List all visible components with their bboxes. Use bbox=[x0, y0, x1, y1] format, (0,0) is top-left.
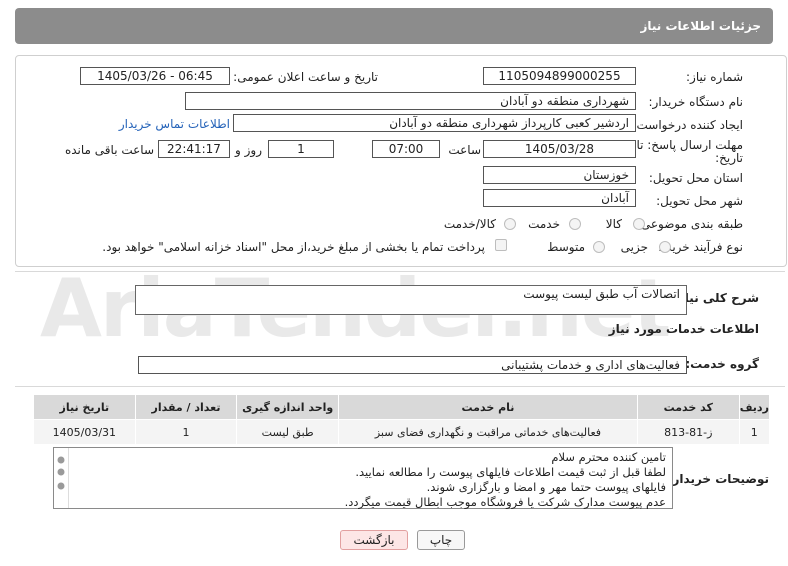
city-field[interactable]: آبادان bbox=[483, 189, 636, 207]
divider bbox=[15, 271, 785, 272]
notes-label: توضیحات خریدار: bbox=[667, 472, 769, 486]
deadline-date-field[interactable]: 1405/03/28 bbox=[483, 140, 636, 158]
category-service-label: خدمت bbox=[528, 217, 560, 231]
buyer-notes-field[interactable]: تامین کننده محترم سلام لطفا قبل از ثبت ق… bbox=[53, 447, 673, 509]
province-field[interactable]: خوزستان bbox=[483, 166, 636, 184]
treasury-payment-note: پرداخت تمام یا بخشی از مبلغ خرید،از محل … bbox=[102, 240, 485, 254]
service-group-label: گروه خدمت: bbox=[685, 357, 759, 371]
purchase-medium-label: متوسط bbox=[547, 240, 585, 254]
cell-row-number: 1 bbox=[738, 419, 771, 445]
deadline-time-field[interactable]: 07:00 bbox=[372, 140, 440, 158]
city-label: شهر محل تحویل: bbox=[656, 194, 743, 208]
summary-field[interactable]: اتصالات آب طبق لیست پیوست bbox=[135, 285, 687, 315]
services-title: اطلاعات خدمات مورد نیاز bbox=[608, 322, 759, 336]
col-service-name: نام خدمت bbox=[338, 394, 638, 420]
need-details-panel bbox=[15, 55, 787, 267]
notes-text: تامین کننده محترم سلام لطفا قبل از ثبت ق… bbox=[345, 450, 666, 510]
category-service-radio[interactable] bbox=[569, 218, 581, 230]
col-row-number: ردیف bbox=[738, 394, 771, 420]
hour-label: ساعت bbox=[448, 143, 481, 157]
table-header-row: ردیف کد خدمت نام خدمت واحد اندازه گیری ت… bbox=[33, 394, 771, 420]
remaining-time-field[interactable]: 22:41:17 bbox=[158, 140, 230, 158]
treasury-payment-checkbox[interactable] bbox=[495, 239, 507, 251]
services-table: ردیف کد خدمت نام خدمت واحد اندازه گیری ت… bbox=[33, 394, 771, 445]
cell-quantity: 1 bbox=[134, 419, 238, 445]
service-group-field[interactable]: فعالیت‌های اداری و خدمات پشتیبانی bbox=[138, 356, 687, 374]
divider bbox=[15, 386, 785, 387]
notes-line: عدم پیوست مدارک شرکت یا فروشگاه موجب ابط… bbox=[344, 495, 666, 509]
category-both-label: کالا/خدمت bbox=[443, 217, 496, 231]
table-row: 1 ز-81-813 فعالیت‌های خدماتی مراقبت و نگ… bbox=[33, 419, 771, 445]
page-title: جزئیات اطلاعات نیاز bbox=[640, 19, 761, 33]
purchase-medium-radio[interactable] bbox=[593, 241, 605, 253]
category-label: طبقه بندی موضوعی: bbox=[636, 217, 743, 231]
col-quantity: تعداد / مقدار bbox=[134, 394, 238, 420]
announce-label: تاریخ و ساعت اعلان عمومی: bbox=[233, 70, 378, 84]
back-button[interactable]: بازگشت bbox=[340, 530, 408, 550]
col-need-date: تاریخ نیاز bbox=[33, 394, 136, 420]
remaining-label: ساعت باقی مانده bbox=[64, 143, 154, 157]
need-number-field[interactable]: 1105094899000255 bbox=[483, 67, 636, 85]
notes-line: لطفا قبل از ثبت قیمت اطلاعات فایلهای پیو… bbox=[355, 465, 666, 479]
buyer-org-label: نام دستگاه خریدار: bbox=[648, 95, 744, 109]
cell-need-date: 1405/03/31 bbox=[33, 419, 136, 445]
category-goods-radio[interactable] bbox=[633, 218, 645, 230]
creator-field[interactable]: اردشیر کعبی کارپرداز شهرداری منطقه دو آب… bbox=[233, 114, 636, 132]
purchase-minor-radio[interactable] bbox=[659, 241, 671, 253]
cell-unit: طبق لیست bbox=[236, 419, 339, 445]
category-goods-label: کالا bbox=[605, 217, 622, 231]
announce-field[interactable]: 1405/03/26 - 06:45 bbox=[80, 67, 230, 85]
deadline-label: مهلت ارسال پاسخ: تا bbox=[636, 138, 743, 152]
cell-service-name: فعالیت‌های خدماتی مراقبت و نگهداری فضای … bbox=[338, 419, 638, 445]
deadline-label-date: تاریخ: bbox=[715, 151, 743, 165]
need-number-label: شماره نیاز: bbox=[686, 70, 743, 84]
province-label: استان محل تحویل: bbox=[648, 171, 743, 185]
buyer-contact-link[interactable]: اطلاعات تماس خریدار bbox=[119, 117, 230, 131]
col-unit: واحد اندازه گیری bbox=[236, 394, 339, 420]
creator-label: ایجاد کننده درخواست: bbox=[632, 118, 743, 132]
buyer-org-field[interactable]: شهرداری منطقه دو آبادان bbox=[185, 92, 636, 110]
cell-service-code: ز-81-813 bbox=[636, 419, 740, 445]
notes-line: تامین کننده محترم سلام bbox=[551, 450, 666, 464]
notes-scrollbar[interactable] bbox=[54, 448, 69, 508]
category-both-radio[interactable] bbox=[504, 218, 516, 230]
print-button[interactable]: چاپ bbox=[417, 530, 465, 550]
days-field[interactable]: 1 bbox=[268, 140, 334, 158]
purchase-minor-label: جزیی bbox=[620, 240, 648, 254]
notes-line: فایلهای پیوست حتما مهر و امضا و بارگزاری… bbox=[426, 480, 666, 494]
days-label: روز و bbox=[235, 143, 262, 157]
col-service-code: کد خدمت bbox=[636, 394, 740, 420]
page-header: جزئیات اطلاعات نیاز bbox=[15, 8, 773, 44]
